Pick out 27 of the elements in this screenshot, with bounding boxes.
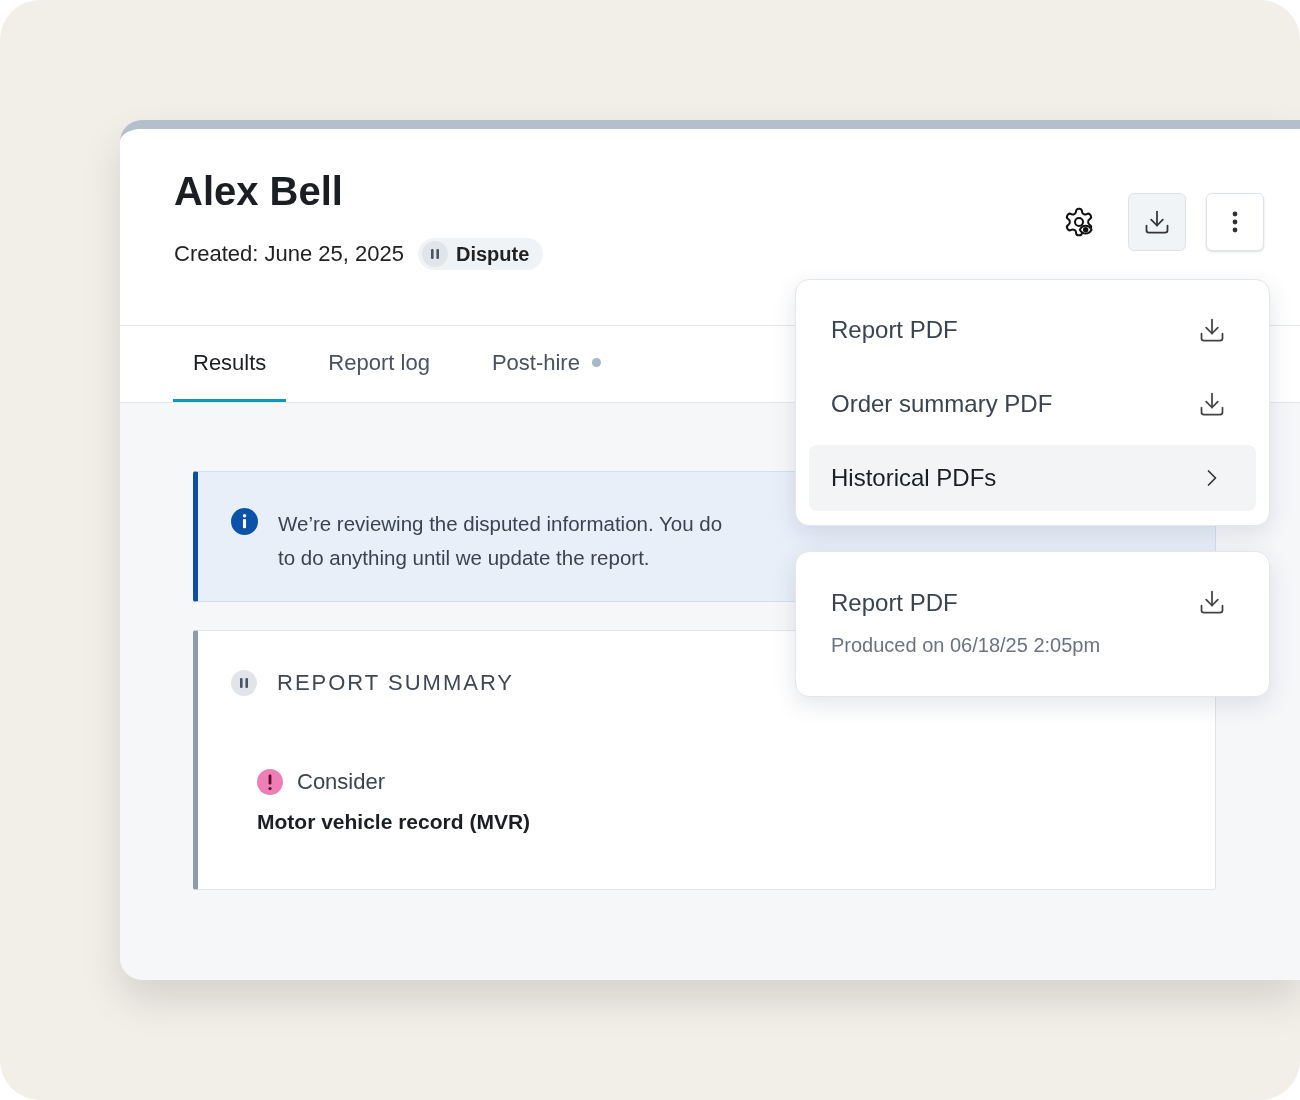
tab[interactable]: Results: [173, 326, 287, 402]
created-date: Created: June 25, 2025: [174, 240, 404, 268]
section-heading: REPORT SUMMARY: [277, 669, 515, 697]
candidate-name: Alex Bell: [174, 168, 344, 215]
download-button[interactable]: [1128, 193, 1186, 251]
check-name: Motor vehicle record (MVR): [257, 809, 532, 835]
info-icon: [231, 508, 258, 535]
pause-icon: [231, 669, 257, 696]
more-icon: [1232, 211, 1238, 233]
menu-item[interactable]: Historical PDFs: [809, 445, 1256, 511]
tab[interactable]: Report log: [308, 326, 450, 402]
pause-icon: [421, 240, 448, 267]
menu-item[interactable]: Report PDF: [809, 297, 1256, 363]
settings-icon[interactable]: [1063, 206, 1095, 238]
produced-date: Produced on 06/18/25 2:05pm: [831, 633, 1101, 658]
download-icon[interactable]: [1198, 588, 1226, 616]
menu-item[interactable]: Report PDF: [831, 588, 1101, 618]
alert-text: to do anything until we update the report.: [278, 545, 651, 571]
status-badge: Dispute: [417, 237, 544, 270]
tab[interactable]: Post-hire: [471, 326, 621, 402]
result-status: Consider: [297, 768, 386, 796]
download-icon: [1143, 208, 1171, 236]
download-icon: [1198, 390, 1226, 418]
alert-text: We’re reviewing the disputed information. You do: [278, 511, 723, 537]
alert-icon: [257, 768, 283, 795]
download-icon: [1198, 316, 1226, 344]
menu-item[interactable]: Order summary PDF: [809, 371, 1256, 437]
